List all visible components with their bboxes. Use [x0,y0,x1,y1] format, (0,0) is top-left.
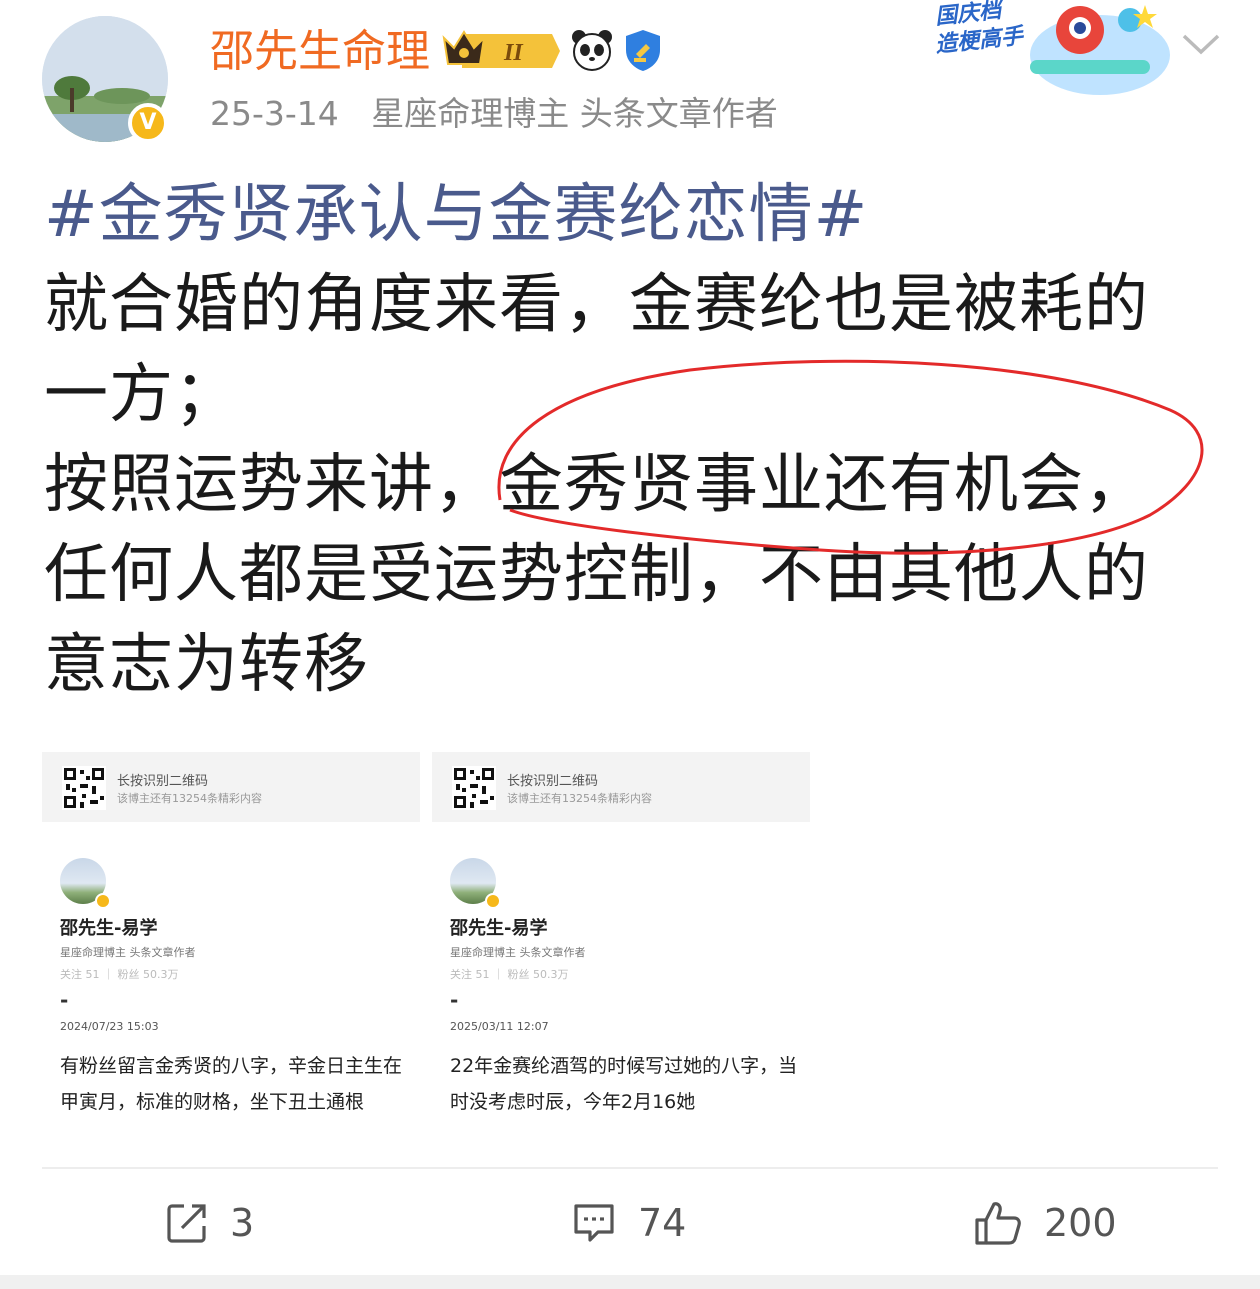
card-body-text: 22年金赛纶酒驾的时候写过她的八字，当时没考虑时辰，今年2月16她 [450,1055,798,1113]
chevron-down-icon[interactable] [1180,26,1222,60]
card-follow-stats: 关注 51 ｜ 粉丝 50.3万 [450,968,569,981]
qr-title: 长按识别二维码 [507,774,599,789]
qr-bar: 长按识别二维码 该博主还有13254条精彩内容 [432,752,810,822]
post-line: 意志为转移 [44,628,369,702]
qr-subtitle: 该博主还有13254条精彩内容 [117,792,262,805]
shield-icon[interactable] [622,28,664,72]
author-tags: 星座命理博主 头条文章作者 [371,94,778,133]
divider [42,1167,1218,1169]
holiday-promo-badge[interactable]: 国庆档 造梗高手 [930,0,1170,96]
crown-level-badge-icon[interactable]: II [442,28,562,74]
promo-line1: 国庆档 [934,0,1006,29]
bottom-separator [0,1275,1260,1289]
share-icon [167,1204,206,1243]
card-dash: - [450,988,459,1012]
level-badge-text: II [503,40,524,66]
qr-code-icon [452,766,496,810]
post-date: 25-3-14 [210,94,339,133]
verified-badge: V [128,103,168,143]
post-content: #金秀贤承认与金赛纶恋情# 就合婚的角度来看，金赛纶也是被耗的 一方； 按照运势… [44,170,1224,710]
like-count: 200 [1044,1201,1117,1245]
thumbs-up-icon [975,1202,1021,1245]
hashtag-link[interactable]: #金秀贤承认与金赛纶恋情# [44,170,1224,260]
card-date: 2025/03/11 12:07 [450,1020,549,1033]
username[interactable]: 邵先生命理 [210,24,430,80]
post-line: 任何人都是受运势控制，不由其他人的 [44,538,1149,612]
card-author-name: 邵先生-易学 [60,918,158,939]
panda-icon[interactable] [570,28,614,72]
like-button[interactable]: 200 [974,1196,1117,1250]
comment-icon [574,1204,614,1242]
post-image-card[interactable]: 长按识别二维码 该博主还有13254条精彩内容 邵先生-易学 星座命理博主 头条… [432,752,810,1132]
card-body-text: 有粉丝留言金秀贤的八字，辛金日主生在甲寅月，标准的财格，坐下丑土通根 [60,1055,403,1113]
post-meta: 25-3-14 星座命理博主 头条文章作者 [210,92,778,136]
card-author-desc: 星座命理博主 头条文章作者 [450,946,586,959]
qr-code-icon [62,766,106,810]
share-count: 3 [230,1201,255,1245]
comment-button[interactable]: 74 [572,1196,686,1250]
card-author-name: 邵先生-易学 [450,918,548,939]
share-button[interactable]: 3 [166,1196,254,1250]
comment-count: 74 [638,1201,687,1245]
post-line: 就合婚的角度来看，金赛纶也是被耗的 [44,268,1149,342]
card-date: 2024/07/23 15:03 [60,1020,159,1033]
promo-line2: 造梗高手 [934,23,1026,57]
post-image-card[interactable]: 长按识别二维码 该博主还有13254条精彩内容 邵先生-易学 星座命理博主 头条… [42,752,420,1132]
card-dash: - [60,988,69,1012]
qr-bar: 长按识别二维码 该博主还有13254条精彩内容 [42,752,420,822]
card-author-desc: 星座命理博主 头条文章作者 [60,946,196,959]
qr-title: 长按识别二维码 [117,774,209,789]
post-line: 一方； [44,358,239,432]
qr-subtitle: 该博主还有13254条精彩内容 [507,792,652,805]
post-line: 按照运势来讲，金秀贤事业还有机会， [44,448,1149,522]
card-follow-stats: 关注 51 ｜ 粉丝 50.3万 [60,968,179,981]
card-verified-badge [95,893,111,909]
card-verified-badge [485,893,501,909]
